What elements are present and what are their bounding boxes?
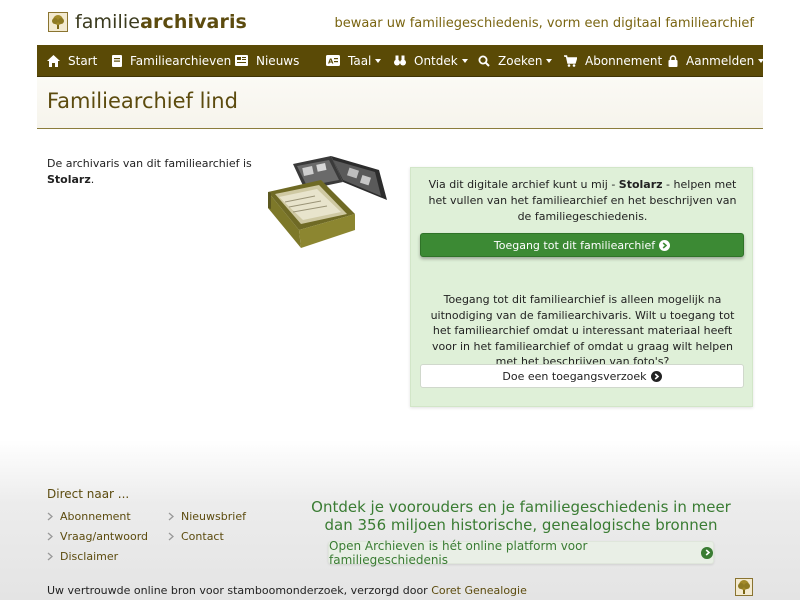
footer-link-nieuwsbrief[interactable]: Nieuwsbrief bbox=[168, 510, 246, 523]
newspaper-icon bbox=[235, 55, 248, 66]
access-archive-label: Toegang tot dit familiearchief bbox=[493, 238, 656, 252]
site-logo[interactable]: familiearchivaris bbox=[48, 11, 247, 33]
nav-zoeken-label: Zoeken bbox=[498, 53, 543, 68]
cart-icon bbox=[564, 54, 577, 67]
home-icon bbox=[47, 54, 60, 67]
archive-box-image bbox=[263, 152, 393, 252]
tree-icon[interactable] bbox=[735, 578, 753, 596]
access-info-text: Toegang tot dit familiearchief is alleen… bbox=[430, 293, 735, 368]
nav-familiearchieven[interactable]: Familiearchieven bbox=[112, 45, 231, 77]
arrow-right-circle-icon bbox=[659, 239, 671, 251]
language-icon: A bbox=[326, 55, 340, 66]
footer-link-vraag-label: Vraag/antwoord bbox=[60, 530, 149, 543]
archivist-intro: De archivaris van dit familiearchief is … bbox=[47, 156, 252, 188]
caret-down-icon bbox=[546, 58, 553, 63]
tagline: bewaar uw familiegeschiedenis, vorm een … bbox=[334, 16, 754, 31]
nav-nieuws[interactable]: Nieuws bbox=[235, 45, 299, 77]
footer-credit-text: Uw vertrouwde online bron voor stamboomo… bbox=[47, 584, 432, 597]
open-archieven-button[interactable]: Open Archieven is hét online platform vo… bbox=[328, 538, 714, 567]
request-access-button[interactable]: Doe een toegangsverzoek bbox=[420, 364, 744, 388]
panel-text-a: Via dit digitale archief kunt u mij - bbox=[428, 178, 619, 191]
panel-intro-text: Via dit digitale archief kunt u mij - St… bbox=[423, 177, 742, 225]
intro-text: De archivaris van dit familiearchief is bbox=[47, 157, 252, 170]
site-name: familiearchivaris bbox=[75, 11, 247, 33]
nav-aanmelden-label: Aanmelden bbox=[686, 53, 755, 68]
caret-down-icon bbox=[375, 58, 382, 63]
chevron-right-icon bbox=[168, 532, 174, 541]
caret-down-icon bbox=[758, 58, 765, 63]
search-icon bbox=[478, 55, 490, 67]
panel-archivist-name: Stolarz bbox=[618, 178, 663, 191]
chevron-right-icon bbox=[168, 512, 174, 521]
nav-nieuws-label: Nieuws bbox=[256, 53, 300, 68]
nav-start[interactable]: Start bbox=[47, 45, 97, 77]
footer-heading: Direct naar ... bbox=[47, 487, 130, 501]
footer-link-contact[interactable]: Contact bbox=[168, 530, 224, 543]
promo-text: Ontdek je voorouders en je familiegeschi… bbox=[311, 498, 731, 534]
nav-taal[interactable]: A Taal bbox=[326, 45, 382, 77]
book-icon bbox=[112, 54, 122, 67]
intro-end: . bbox=[90, 173, 95, 186]
access-archive-button[interactable]: Toegang tot dit familiearchief bbox=[420, 233, 744, 257]
nav-aanmelden[interactable]: Aanmelden bbox=[668, 45, 765, 77]
nav-abonnement[interactable]: Abonnement bbox=[564, 45, 662, 77]
coret-genealogie-link[interactable]: Coret Genealogie bbox=[431, 584, 527, 597]
nav-ontdek-label: Ontdek bbox=[414, 53, 458, 68]
nav-start-label: Start bbox=[68, 53, 98, 68]
main-nav: Start Familiearchieven Nieuws A Taal Ont… bbox=[37, 45, 765, 77]
nav-zoeken[interactable]: Zoeken bbox=[478, 45, 553, 77]
footer: Direct naar ... Abonnement Nieuwsbrief V… bbox=[0, 440, 800, 600]
footer-link-disclaimer-label: Disclaimer bbox=[60, 550, 119, 563]
open-archieven-label: Open Archieven is hét online platform vo… bbox=[329, 538, 588, 567]
top-bar: familiearchivaris bewaar uw familiegesch… bbox=[0, 0, 800, 45]
nav-taal-label: Taal bbox=[348, 53, 372, 68]
nav-ontdek[interactable]: Ontdek bbox=[394, 45, 468, 77]
chevron-right-icon bbox=[47, 552, 53, 561]
page-header: Familiearchief lind bbox=[37, 77, 763, 129]
nav-familiearchieven-label: Familiearchieven bbox=[130, 53, 232, 68]
tree-icon bbox=[48, 12, 68, 32]
page-title: Familiearchief lind bbox=[47, 89, 238, 113]
footer-credit: Uw vertrouwde online bron voor stamboomo… bbox=[47, 584, 527, 597]
nav-abonnement-label: Abonnement bbox=[585, 53, 663, 68]
footer-link-contact-label: Contact bbox=[181, 530, 224, 543]
access-panel: Via dit digitale archief kunt u mij - St… bbox=[410, 167, 753, 407]
caret-down-icon bbox=[461, 58, 468, 63]
footer-link-vraag-antwoord[interactable]: Vraag/antwoord bbox=[47, 530, 148, 543]
arrow-right-circle-icon bbox=[701, 546, 713, 559]
chevron-right-icon bbox=[47, 512, 53, 521]
footer-link-disclaimer[interactable]: Disclaimer bbox=[47, 550, 118, 563]
lock-icon bbox=[668, 54, 678, 67]
svg-text:A: A bbox=[328, 58, 334, 66]
binoculars-icon bbox=[394, 55, 406, 66]
footer-link-abonnement[interactable]: Abonnement bbox=[47, 510, 131, 523]
request-access-label: Doe een toegangsverzoek bbox=[502, 369, 647, 383]
arrow-right-circle-icon bbox=[650, 370, 662, 382]
footer-link-abonnement-label: Abonnement bbox=[60, 510, 131, 523]
archivist-name: Stolarz bbox=[47, 173, 91, 186]
footer-link-nieuwsbrief-label: Nieuwsbrief bbox=[181, 510, 246, 523]
chevron-right-icon bbox=[47, 532, 53, 541]
